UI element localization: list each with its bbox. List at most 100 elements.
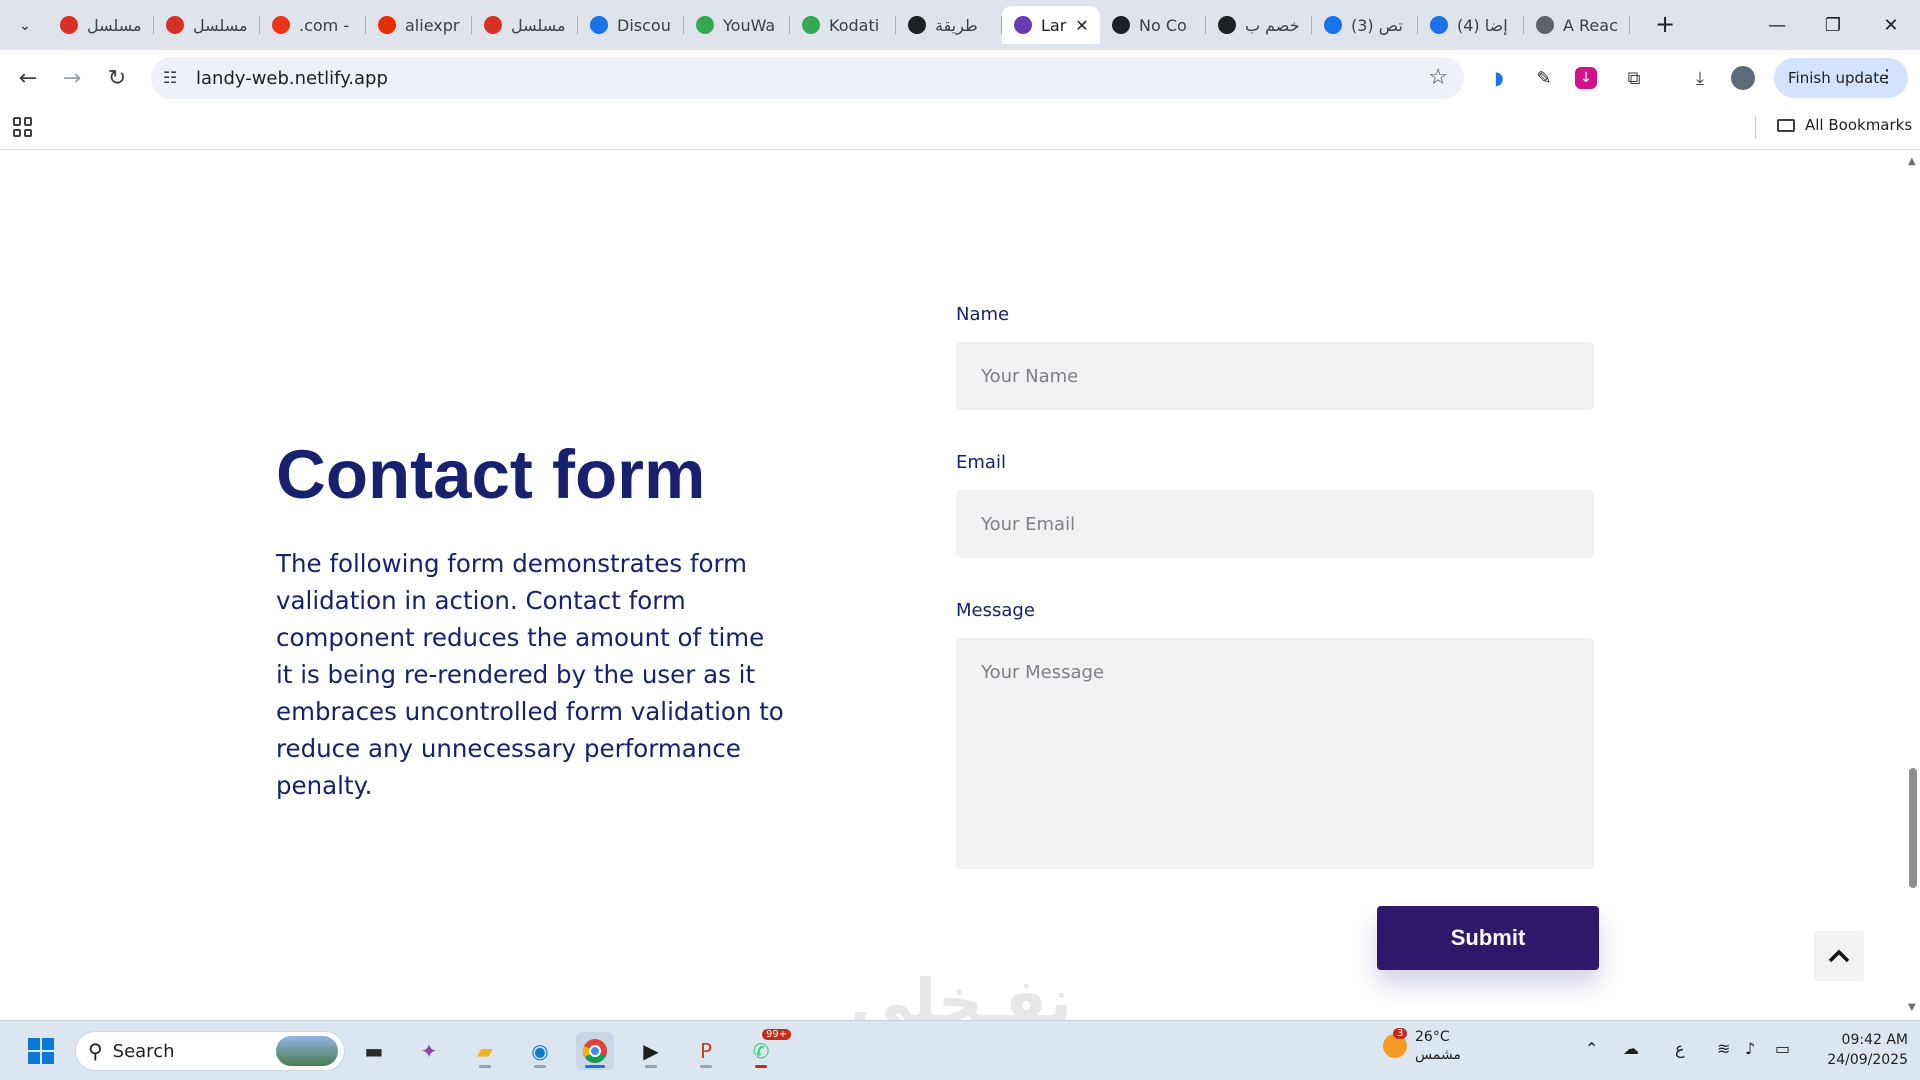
tab-search-button[interactable]: ⌄ — [12, 13, 38, 39]
minimize-button[interactable]: — — [1752, 8, 1802, 42]
submit-button[interactable]: Submit — [1377, 906, 1599, 970]
tab-title: خصم ب — [1245, 15, 1300, 35]
file-explorer-icon[interactable]: ▰ — [466, 1032, 504, 1070]
tab-title: aliexpr — [405, 15, 460, 35]
tab-title: طريقة — [935, 15, 978, 35]
page-title: Contact form — [276, 436, 706, 513]
bookmarks-divider — [1755, 116, 1756, 138]
scrollbar-thumb[interactable] — [1909, 768, 1917, 888]
extension-pen-icon[interactable]: ✎ — [1530, 64, 1558, 92]
onedrive-offline-icon[interactable]: ☁ — [1623, 1039, 1639, 1058]
windows-logo-icon — [28, 1038, 54, 1064]
bookmarks-bar: All Bookmarks — [0, 106, 1920, 150]
tab-separator — [1629, 16, 1630, 34]
scroll-to-top-button[interactable] — [1814, 931, 1864, 981]
all-bookmarks-button[interactable]: All Bookmarks — [1777, 116, 1912, 134]
search-icon: ⚲ — [88, 1039, 103, 1063]
bookmark-star-icon[interactable]: ☆ — [1428, 65, 1448, 90]
clock-time: 09:42 AM — [1841, 1032, 1908, 1048]
browser-tab[interactable]: aliexpr — [366, 6, 472, 44]
taskbar-search-box[interactable]: ⚲ Search — [75, 1031, 345, 1071]
more-menu-icon: ⋮ — [1878, 66, 1896, 87]
restore-button[interactable]: ❐ — [1808, 8, 1858, 42]
browser-tab[interactable]: (3) تص — [1312, 6, 1418, 44]
watermark-logo: نفـخلي — [850, 965, 1072, 1020]
compass-icon — [1218, 16, 1236, 34]
message-label: Message — [956, 600, 1035, 621]
input-language[interactable]: ع — [1675, 1039, 1685, 1058]
chevron-up-icon — [1828, 949, 1850, 963]
search-highlight-image — [276, 1036, 338, 1066]
profile-avatar[interactable] — [1731, 66, 1755, 90]
extensions-puzzle-icon[interactable]: ⧉ — [1620, 64, 1648, 92]
url-text[interactable]: landy-web.netlify.app — [196, 68, 388, 89]
scroll-up-arrow-icon[interactable]: ▲ — [1908, 156, 1916, 167]
message-textarea[interactable] — [956, 638, 1594, 869]
copilot-icon[interactable]: ✦ — [410, 1032, 448, 1070]
browser-tab[interactable]: YouWa — [684, 6, 790, 44]
browser-tab[interactable]: A Reac — [1524, 6, 1630, 44]
apps-grid-icon[interactable] — [13, 117, 33, 137]
globe-icon — [1536, 16, 1554, 34]
finish-update-button[interactable]: Finish update ⋮ — [1774, 58, 1908, 98]
tab-title: Discou — [617, 15, 671, 35]
edge-browser-icon[interactable]: ◉ — [521, 1032, 559, 1070]
all-bookmarks-label: All Bookmarks — [1805, 116, 1913, 134]
gear-green-icon — [802, 16, 820, 34]
browser-tab[interactable]: No Co — [1100, 6, 1206, 44]
address-bar[interactable]: ☷ landy-web.netlify.app ☆ — [151, 57, 1464, 99]
browser-tab[interactable]: Kodati — [790, 6, 896, 44]
weather-temp: 26°C — [1415, 1029, 1450, 1045]
gear-green-icon — [696, 16, 714, 34]
site-settings-icon[interactable]: ☷ — [163, 68, 177, 87]
new-tab-button[interactable]: + — [1651, 10, 1679, 38]
browser-tab[interactable]: مسلسل — [154, 6, 260, 44]
aliexpress-icon — [378, 16, 396, 34]
browser-tab[interactable]: مسلسل — [472, 6, 578, 44]
email-input[interactable] — [956, 490, 1594, 558]
windows-taskbar: ⚲ Search ▬ ✦ ▰ ◉ ▶ P ✆ 99+ 3 26°C مشمس ⌃ … — [0, 1020, 1920, 1080]
browser-tab[interactable]: .com - — [260, 6, 366, 44]
weather-desc: مشمس — [1415, 1047, 1461, 1063]
extension-audio-icon[interactable]: ◗ — [1485, 64, 1513, 92]
powerpoint-icon[interactable]: P — [687, 1032, 725, 1070]
media-player-icon[interactable]: ▶ — [632, 1032, 670, 1070]
chevron-down-icon: ⌄ — [19, 18, 31, 34]
whatsapp-icon[interactable]: ✆ 99+ — [742, 1029, 792, 1070]
folder-icon — [1777, 118, 1795, 132]
browser-tab[interactable]: Lar ✕ — [1002, 6, 1100, 44]
chrome-browser-icon[interactable] — [576, 1032, 614, 1070]
extension-download-icon[interactable]: ↓ — [1575, 67, 1597, 89]
weather-widget[interactable]: 3 26°C مشمس — [1383, 1028, 1461, 1064]
browser-tab[interactable]: (4) إضا — [1418, 6, 1524, 44]
openai-icon — [908, 16, 926, 34]
scroll-down-arrow-icon[interactable]: ▼ — [1908, 1002, 1916, 1013]
browser-tab[interactable]: Discou — [578, 6, 684, 44]
close-window-button[interactable]: ✕ — [1866, 8, 1916, 42]
chrome-logo-icon — [583, 1039, 607, 1063]
weather-badge: 3 — [1393, 1028, 1408, 1039]
start-button[interactable] — [22, 1032, 60, 1070]
tab-title: (3) تص — [1351, 15, 1403, 35]
forward-button[interactable]: → — [56, 62, 88, 94]
tab-title: A Reac — [1563, 15, 1618, 35]
browser-tab[interactable]: مسلسل — [48, 6, 154, 44]
task-view-icon[interactable]: ▬ — [355, 1032, 393, 1070]
back-button[interactable]: ← — [12, 62, 44, 94]
battery-icon[interactable]: ▭ — [1775, 1039, 1790, 1058]
red-swirl-icon — [484, 16, 502, 34]
downloads-icon[interactable]: ⤓ — [1686, 64, 1714, 92]
tray-chevron-up-icon[interactable]: ⌃ — [1585, 1039, 1598, 1058]
browser-tab[interactable]: طريقة — [896, 6, 1002, 44]
taskbar-clock[interactable]: 09:42 AM 24/09/2025 — [1813, 1030, 1908, 1070]
tab-title: مسلسل — [193, 15, 248, 35]
browser-tab[interactable]: خصم ب — [1206, 6, 1312, 44]
page-scrollbar[interactable]: ▲ ▼ — [1904, 150, 1920, 1020]
wifi-icon[interactable]: ≋ — [1717, 1039, 1730, 1058]
tab-close-icon[interactable]: ✕ — [1075, 16, 1088, 35]
name-input[interactable] — [956, 342, 1594, 410]
arrow-left-icon: ← — [18, 65, 38, 91]
z-letter-icon — [1014, 16, 1032, 34]
volume-icon[interactable]: ♪ — [1745, 1039, 1755, 1058]
reload-button[interactable]: ↻ — [101, 62, 133, 94]
